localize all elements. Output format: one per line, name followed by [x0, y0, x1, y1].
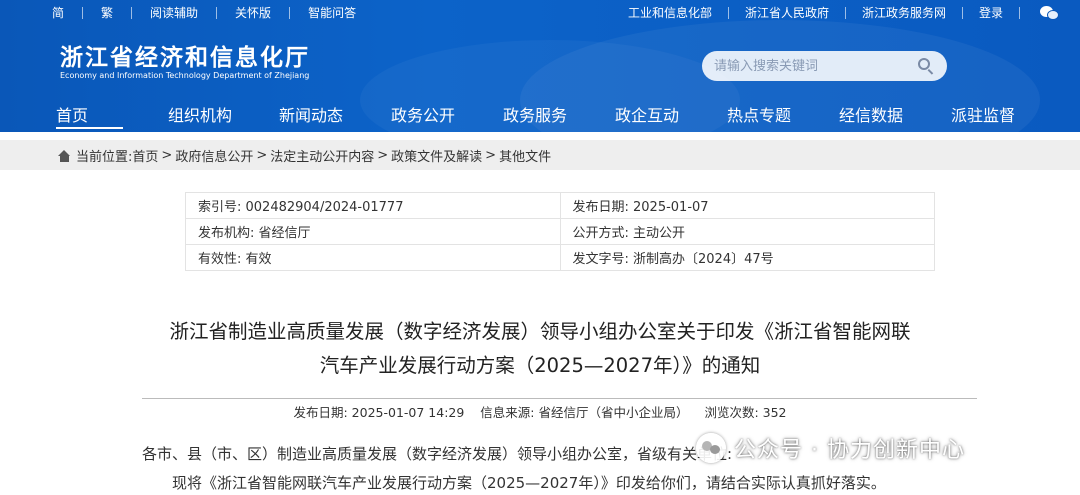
- nav-item-data[interactable]: 经信数据: [839, 102, 903, 126]
- nav-item-home[interactable]: 首页: [56, 102, 88, 126]
- smart-qa-link[interactable]: 智能问答: [308, 4, 356, 21]
- top-right-links: 工业和信息化部 浙江省人民政府 浙江政务服务网 登录: [628, 4, 1060, 21]
- breadcrumb-policy[interactable]: 政策文件及解读: [391, 146, 482, 165]
- divider: [727, 6, 729, 19]
- traditional-chinese-link[interactable]: 繁: [101, 4, 113, 21]
- top-left-links: 简 繁 阅读辅助 关怀版 智能问答: [52, 4, 356, 21]
- watermark-text: 公众号 · 协力创新中心: [734, 438, 965, 463]
- search-icon[interactable]: [917, 57, 935, 75]
- breadcrumb-home[interactable]: 首页: [132, 146, 158, 165]
- breadcrumb-separator: >: [161, 148, 173, 163]
- publish-date: 发布日期: 2025-01-07: [559, 192, 935, 219]
- article-paragraph: 现将《浙江省智能网联汽车产业发展行动方案（2025—2027年）》印发给你们，请…: [172, 474, 886, 492]
- article-title: 浙江省制造业高质量发展（数字经济发展）领导小组办公室关于印发《浙江省智能网联 汽…: [0, 315, 1080, 383]
- article-view-count: 浏览次数: 352: [704, 405, 787, 420]
- divider: [216, 6, 218, 19]
- article-title-line1: 浙江省制造业高质量发展（数字经济发展）领导小组办公室关于印发《浙江省智能网联: [169, 320, 911, 343]
- document-metadata-table: 索引号: 002482904/2024-01777 发布日期: 2025-01-…: [185, 192, 935, 271]
- nav-item-hot-topics[interactable]: 热点专题: [727, 102, 791, 126]
- title-divider: [142, 398, 977, 399]
- care-mode-link[interactable]: 关怀版: [235, 4, 271, 21]
- nav-item-gov-services[interactable]: 政务服务: [503, 102, 567, 126]
- breadcrumb-other[interactable]: 其他文件: [499, 146, 551, 165]
- document-number: 发文字号: 浙制高办〔2024〕47号: [559, 244, 935, 271]
- divider: [1019, 6, 1020, 19]
- divider: [82, 6, 84, 19]
- breadcrumb-gov-info[interactable]: 政府信息公开: [175, 146, 253, 165]
- provincial-gov-link[interactable]: 浙江省人民政府: [745, 4, 829, 21]
- table-row: 索引号: 002482904/2024-01777 发布日期: 2025-01-…: [185, 192, 935, 219]
- search-input[interactable]: [714, 56, 904, 76]
- article-publish-time: 发布日期: 2025-01-07 14:29: [293, 405, 465, 420]
- home-icon: [58, 149, 71, 162]
- wechat-watermark: 公众号 · 协力创新中心: [696, 432, 965, 464]
- reading-assist-link[interactable]: 阅读辅助: [150, 4, 198, 21]
- miit-link[interactable]: 工业和信息化部: [628, 4, 712, 21]
- site-logo-title[interactable]: 浙江省经济和信息化厅: [60, 38, 310, 72]
- nav-item-interaction[interactable]: 政企互动: [615, 102, 679, 126]
- divider: [961, 6, 963, 19]
- top-utility-bar: 简 繁 阅读辅助 关怀版 智能问答 工业和信息化部 浙江省人民政府 浙江政务服务…: [0, 0, 1080, 24]
- simplified-chinese-link[interactable]: 简: [52, 4, 64, 21]
- breadcrumb: 当前位置: 首页 > 政府信息公开 > 法定主动公开内容 > 政策文件及解读 >…: [0, 140, 1080, 170]
- wechat-account-icon: [696, 433, 726, 463]
- gov-service-link[interactable]: 浙江政务服务网: [862, 4, 946, 21]
- nav-item-gov-affairs[interactable]: 政务公开: [391, 102, 455, 126]
- publisher: 发布机构: 省经信厅: [185, 218, 561, 245]
- article-title-line2: 汽车产业发展行动方案（2025—2027年）》的通知: [319, 354, 761, 377]
- table-row: 发布机构: 省经信厅 公开方式: 主动公开: [185, 218, 935, 245]
- breadcrumb-separator: >: [377, 148, 389, 163]
- table-row: 有效性: 有效 发文字号: 浙制高办〔2024〕47号: [185, 244, 935, 271]
- index-number: 索引号: 002482904/2024-01777: [185, 192, 561, 219]
- validity: 有效性: 有效: [185, 244, 561, 271]
- article-source: 信息来源: 省经信厅（省中小企业局）: [480, 405, 689, 420]
- divider: [131, 6, 133, 19]
- breadcrumb-statutory[interactable]: 法定主动公开内容: [270, 146, 374, 165]
- nav-active-indicator: [56, 127, 123, 129]
- search-box: [702, 51, 947, 81]
- login-link[interactable]: 登录: [979, 4, 1003, 21]
- disclosure-method: 公开方式: 主动公开: [559, 218, 935, 245]
- breadcrumb-label: 当前位置:: [76, 150, 133, 165]
- article-paragraph: 各市、县（市、区）制造业高质量发展（数字经济发展）领导小组办公室，省级有关单位:: [142, 445, 733, 463]
- nav-item-organization[interactable]: 组织机构: [168, 102, 232, 126]
- breadcrumb-separator: >: [485, 148, 497, 163]
- breadcrumb-separator: >: [256, 148, 268, 163]
- article-info-line: 发布日期: 2025-01-07 14:29 信息来源: 省经信厅（省中小企业局…: [0, 402, 1080, 421]
- divider: [289, 6, 291, 19]
- main-nav: 首页 组织机构 新闻动态 政务公开 政务服务 政企互动 热点专题 经信数据 派驻…: [0, 98, 1080, 132]
- nav-item-supervision[interactable]: 派驻监督: [951, 102, 1015, 126]
- divider: [844, 6, 846, 19]
- wechat-icon[interactable]: [1040, 5, 1060, 21]
- site-logo-subtitle: Economy and Information Technology Depar…: [60, 71, 310, 80]
- site-header: 简 繁 阅读辅助 关怀版 智能问答 工业和信息化部 浙江省人民政府 浙江政务服务…: [0, 0, 1080, 132]
- nav-item-news[interactable]: 新闻动态: [279, 102, 343, 126]
